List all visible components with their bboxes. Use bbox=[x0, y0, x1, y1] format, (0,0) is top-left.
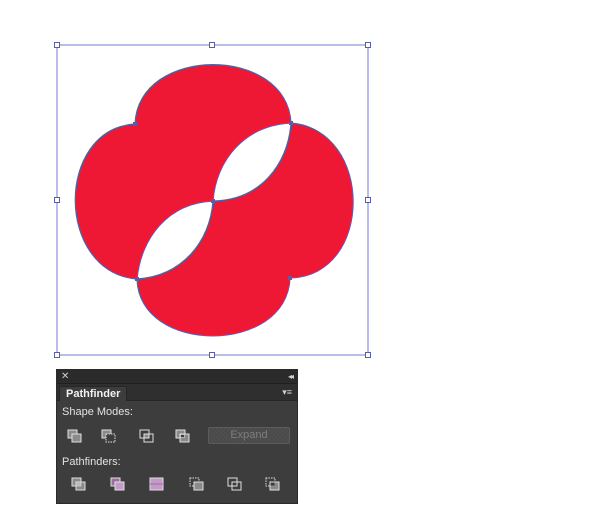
exclude-icon bbox=[175, 429, 190, 443]
crop-button[interactable] bbox=[187, 475, 207, 493]
trim-button[interactable] bbox=[108, 475, 128, 493]
anchor-point[interactable] bbox=[133, 122, 137, 126]
anchor-point[interactable] bbox=[135, 277, 139, 281]
unite-icon bbox=[67, 429, 82, 443]
merge-icon bbox=[149, 477, 164, 491]
anchor-point[interactable] bbox=[288, 276, 292, 280]
outline-button[interactable] bbox=[225, 475, 245, 493]
selected-artwork[interactable] bbox=[74, 64, 354, 337]
minus-back-button[interactable] bbox=[263, 475, 283, 493]
shape-modes-label: Shape Modes: bbox=[62, 406, 133, 418]
resize-handle[interactable] bbox=[365, 42, 371, 48]
resize-handle[interactable] bbox=[54, 352, 60, 358]
intersect-icon bbox=[139, 429, 154, 443]
resize-handle[interactable] bbox=[365, 197, 371, 203]
crop-icon bbox=[189, 477, 204, 491]
expand-button[interactable]: Expand bbox=[208, 427, 290, 444]
resize-handle[interactable] bbox=[209, 352, 215, 358]
resize-handle[interactable] bbox=[365, 352, 371, 358]
minus-front-button[interactable] bbox=[99, 427, 119, 445]
unite-button[interactable] bbox=[65, 427, 85, 445]
trim-icon bbox=[110, 477, 125, 491]
minus-back-icon bbox=[265, 477, 280, 491]
anchor-point[interactable] bbox=[289, 121, 293, 125]
intersect-button[interactable] bbox=[137, 427, 157, 445]
panel-tab-row: Pathfinder ▾≡ bbox=[57, 384, 297, 401]
panel-menu-icon[interactable]: ▾≡ bbox=[282, 386, 292, 398]
panel-title-bar[interactable]: ✕ ◂◂ bbox=[57, 370, 297, 384]
resize-handle[interactable] bbox=[54, 42, 60, 48]
tab-pathfinder[interactable]: Pathfinder bbox=[59, 386, 128, 401]
close-icon[interactable]: ✕ bbox=[61, 370, 69, 383]
minus-front-icon bbox=[101, 429, 116, 443]
exclude-button[interactable] bbox=[173, 427, 193, 445]
anchor-point[interactable] bbox=[211, 199, 215, 203]
resize-handle[interactable] bbox=[209, 42, 215, 48]
divide-icon bbox=[71, 477, 86, 491]
divide-button[interactable] bbox=[69, 475, 89, 493]
pathfinders-label: Pathfinders: bbox=[62, 456, 121, 468]
collapse-icon[interactable]: ◂◂ bbox=[288, 370, 294, 383]
outline-icon bbox=[227, 477, 242, 491]
merge-button[interactable] bbox=[147, 475, 167, 493]
resize-handle[interactable] bbox=[54, 197, 60, 203]
pathfinder-panel: ✕ ◂◂ Pathfinder ▾≡ Shape Modes: Expand P… bbox=[56, 369, 298, 504]
